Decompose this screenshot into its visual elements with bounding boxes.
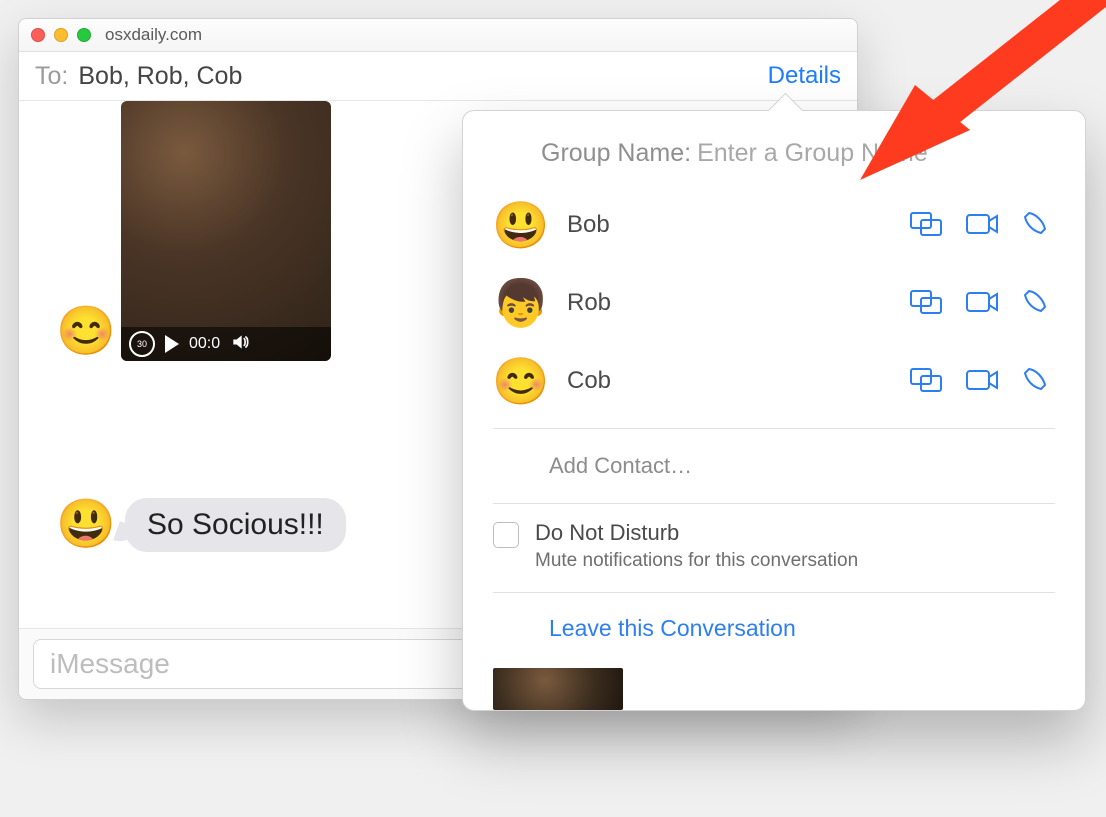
contact-name: Bob (567, 211, 891, 239)
contact-actions (909, 209, 1055, 242)
video-call-icon[interactable] (965, 287, 999, 320)
leave-conversation-link[interactable]: Leave this Conversation (549, 615, 796, 641)
zoom-window-button[interactable] (77, 28, 91, 42)
play-button[interactable] (165, 335, 179, 353)
contact-avatar: 😃 (493, 197, 549, 253)
group-name-placeholder: Enter a Group Name (697, 139, 928, 168)
dnd-label: Do Not Disturb (535, 520, 858, 546)
audio-call-icon[interactable] (1021, 365, 1055, 398)
audio-call-icon[interactable] (1021, 209, 1055, 242)
window-title: osxdaily.com (105, 25, 202, 45)
titlebar: osxdaily.com (19, 19, 857, 52)
contact-name: Cob (567, 367, 891, 395)
incoming-text-message: 😃 So Socious!!! (57, 496, 346, 554)
group-name-field[interactable]: Group Name: Enter a Group Name (463, 111, 1085, 186)
rewind-30-button[interactable]: 30 (129, 331, 155, 357)
audio-call-icon[interactable] (1021, 287, 1055, 320)
contact-actions (909, 287, 1055, 320)
leave-conversation-row: Leave this Conversation (463, 593, 1085, 668)
dnd-checkbox[interactable] (493, 522, 519, 548)
to-recipients[interactable]: Bob, Rob, Cob (78, 62, 767, 91)
to-label: To: (35, 62, 68, 91)
contacts-list: 😃 Bob 👦 Rob 😊 Cob (463, 186, 1085, 428)
dnd-subtitle: Mute notifications for this conversation (535, 550, 858, 572)
video-time: 00:0 (189, 335, 220, 353)
attachment-thumbnail[interactable] (493, 668, 623, 710)
video-attachment[interactable]: 30 00:0 (121, 101, 331, 361)
video-call-icon[interactable] (965, 365, 999, 398)
contact-row[interactable]: 😃 Bob (493, 186, 1055, 264)
volume-icon[interactable] (230, 332, 250, 357)
screen-share-icon[interactable] (909, 365, 943, 398)
sender-avatar: 😃 (57, 496, 115, 554)
do-not-disturb-row: Do Not Disturb Mute notifications for th… (463, 504, 1085, 592)
details-button[interactable]: Details (768, 62, 841, 90)
contact-avatar: 😊 (493, 353, 549, 409)
contact-name: Rob (567, 289, 891, 317)
add-contact-button[interactable]: Add Contact… (463, 429, 1085, 503)
screen-share-icon[interactable] (909, 287, 943, 320)
details-popover: Group Name: Enter a Group Name 😃 Bob 👦 R… (462, 110, 1086, 711)
to-bar: To: Bob, Rob, Cob Details (19, 52, 857, 101)
video-call-icon[interactable] (965, 209, 999, 242)
group-name-label: Group Name: (541, 139, 691, 168)
screen-share-icon[interactable] (909, 209, 943, 242)
message-bubble: So Socious!!! (125, 498, 346, 552)
close-window-button[interactable] (31, 28, 45, 42)
contact-row[interactable]: 😊 Cob (493, 342, 1055, 420)
contact-actions (909, 365, 1055, 398)
incoming-video-message: 😊 30 00:0 (57, 101, 331, 361)
contact-row[interactable]: 👦 Rob (493, 264, 1055, 342)
sender-avatar: 😊 (57, 303, 115, 361)
video-controls: 30 00:0 (121, 327, 331, 361)
contact-avatar: 👦 (493, 275, 549, 331)
minimize-window-button[interactable] (54, 28, 68, 42)
attachments-strip (493, 668, 1055, 710)
traffic-lights (31, 28, 91, 42)
